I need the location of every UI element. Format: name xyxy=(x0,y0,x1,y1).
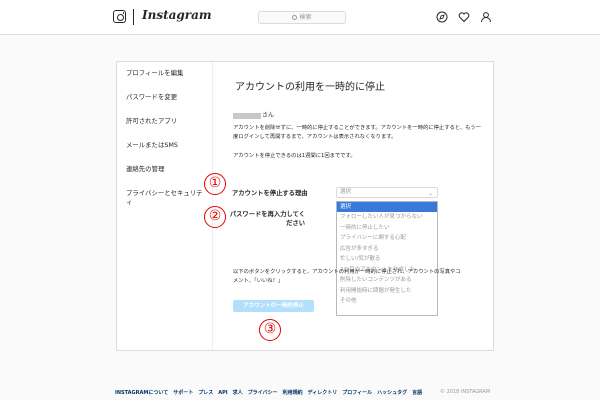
sidebar-item-privacy-security[interactable]: プライバシーとセキュリティ xyxy=(117,182,212,218)
blurred-username xyxy=(233,112,261,119)
dropdown-option[interactable]: プライバシーに関する心配 xyxy=(337,233,437,243)
sidebar-item-edit-profile[interactable]: プロフィールを編集 xyxy=(117,62,212,86)
password-label: パスワードを再入力してください xyxy=(229,211,305,227)
search-icon xyxy=(292,15,298,20)
dropdown-option[interactable]: 一時的に停止したい xyxy=(337,223,437,233)
dropdown-option[interactable]: 利用開始時に問題が発生した xyxy=(337,286,437,296)
top-navigation-bar: Instagram 検索 xyxy=(0,0,600,35)
description-text: アカウントを削除せずに、一時的に停止することができます。アカウントを一時的に停止… xyxy=(233,125,481,140)
footer-link[interactable]: 利用規約 xyxy=(283,390,303,396)
footer-link[interactable]: プライバシー xyxy=(248,390,278,396)
footer-link[interactable]: プロフィール xyxy=(342,390,372,396)
disable-explanation-text: 以下のボタンをクリックすると、アカウントの利用が一時的に停止され、アカウントの写… xyxy=(233,269,461,284)
footer-link[interactable]: プレス xyxy=(198,390,213,396)
sidebar-item-authorized-apps[interactable]: 許可されたアプリ xyxy=(117,110,212,134)
profile-icon[interactable] xyxy=(480,11,492,23)
username-line: さん xyxy=(233,110,274,119)
annotation-marker-3: ③ xyxy=(259,319,281,341)
footer-link[interactable]: INSTAGRAMについて xyxy=(115,390,168,396)
settings-card: プロフィールを編集 パスワードを変更 許可されたアプリ メールまたはSMS 連絡… xyxy=(116,61,494,351)
footer-link[interactable]: ハッシュタグ xyxy=(377,390,407,396)
annotation-marker-1: ① xyxy=(204,173,226,195)
annotation-marker-2: ② xyxy=(204,206,226,228)
dropdown-option[interactable]: 忙しい/気が散る xyxy=(337,254,437,264)
reason-dropdown-list[interactable]: 選択 フォローしたい人が見つからない 一時的に停止したい プライバシーに関する心… xyxy=(336,201,438,316)
reason-select[interactable]: 選択 ⌄ xyxy=(336,187,438,198)
footer-link[interactable]: 求人 xyxy=(233,390,243,396)
footer-link[interactable]: 言語 xyxy=(412,390,422,396)
main-content: アカウントの利用を一時的に停止 さん アカウントを削除せずに、一時的に停止するこ… xyxy=(213,62,493,350)
reason-select-value: 選択 xyxy=(340,189,352,195)
username-suffix: さん xyxy=(262,112,275,119)
compass-icon[interactable] xyxy=(436,11,448,23)
page-title: アカウントの利用を一時的に停止 xyxy=(235,82,385,93)
reason-label: アカウントを停止する理由 xyxy=(232,190,308,197)
settings-sidebar: プロフィールを編集 パスワードを変更 許可されたアプリ メールまたはSMS 連絡… xyxy=(117,62,213,350)
search-placeholder: 検索 xyxy=(299,14,312,21)
sidebar-item-email-sms[interactable]: メールまたはSMS xyxy=(117,134,212,158)
copyright: © 2018 INSTAGRAM xyxy=(440,389,491,395)
instagram-camera-icon[interactable] xyxy=(113,10,126,23)
logo-divider xyxy=(133,9,134,25)
temporarily-disable-button[interactable]: アカウントの一時的停止 xyxy=(233,300,314,312)
dropdown-option[interactable]: その他 xyxy=(337,296,437,306)
dropdown-option[interactable]: 選択 xyxy=(337,202,437,213)
dropdown-option[interactable]: フォローしたい人が見つからない xyxy=(337,212,437,222)
weekly-limit-note: アカウントを停止できるのは1週間に1回までです。 xyxy=(233,153,356,159)
sidebar-item-contacts[interactable]: 連絡先の管理 xyxy=(117,158,212,182)
sidebar-item-change-password[interactable]: パスワードを変更 xyxy=(117,86,212,110)
footer-link[interactable]: サポート xyxy=(173,390,193,396)
chevron-down-icon: ⌄ xyxy=(427,190,433,197)
instagram-wordmark[interactable]: Instagram xyxy=(142,8,212,22)
search-input[interactable]: 検索 xyxy=(258,11,346,24)
footer-link[interactable]: API xyxy=(218,390,227,396)
heart-icon[interactable] xyxy=(458,11,470,23)
footer-link[interactable]: ディレクトリ xyxy=(308,390,338,396)
dropdown-option[interactable]: 広告が多すぎる xyxy=(337,244,437,254)
